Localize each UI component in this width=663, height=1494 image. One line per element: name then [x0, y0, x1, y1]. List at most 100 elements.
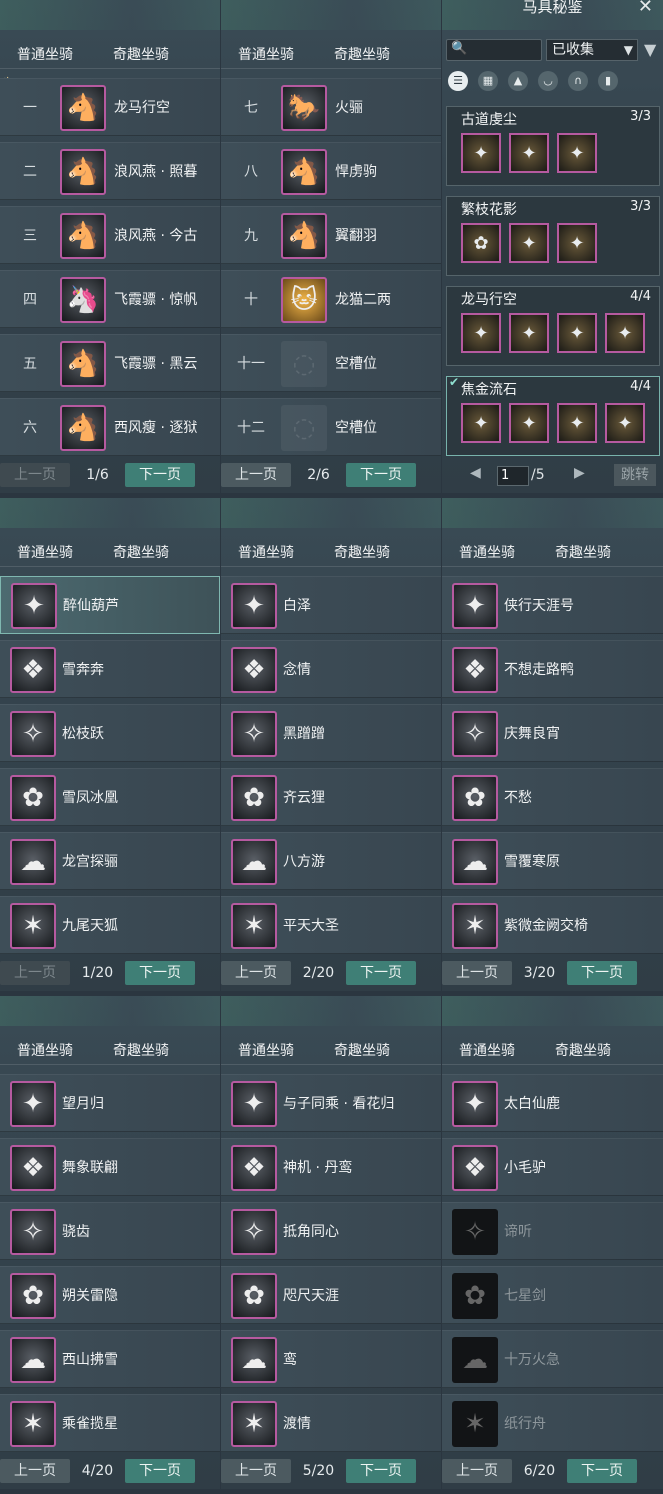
mount-row[interactable]: ☁ 十万火急 [442, 1330, 663, 1388]
mount-row[interactable]: 十二 ◌ 空槽位 [221, 398, 441, 456]
head-gear-icon[interactable]: ▲ [508, 71, 528, 91]
mount-row[interactable]: ✦ 侠行天涯号 [442, 576, 663, 634]
mount-row[interactable]: ✦ 望月归 [0, 1074, 220, 1132]
tab-normal-mounts[interactable]: 普通坐骑 [459, 542, 515, 562]
mount-row[interactable]: ✿ 雪凤冰凰 [0, 768, 220, 826]
mount-row[interactable]: ☁ 八方游 [221, 832, 441, 890]
jump-button[interactable]: 跳转 [614, 464, 656, 486]
set-card[interactable]: ✔ 焦金流石 4/4 ✦ ✦ ✦ ✦ [446, 375, 660, 456]
grid-view-icon[interactable]: ▦ [478, 71, 498, 91]
prev-page-button[interactable]: 上一页 [0, 1459, 70, 1483]
set-card[interactable]: 古道虔尘 3/3 ✦ ✦ ✦ [446, 106, 660, 186]
prev-page-button[interactable]: 上一页 [442, 1459, 512, 1483]
mount-row[interactable]: ✶ 乘雀揽星 [0, 1394, 220, 1452]
mount-row[interactable]: ✧ 骁齿 [0, 1202, 220, 1260]
mount-row[interactable]: ☁ 雪覆寒原 [442, 832, 663, 890]
next-page-button[interactable]: 下一页 [125, 1459, 195, 1483]
wing-item-icon[interactable]: ✦ [605, 403, 645, 443]
mount-row[interactable]: ✿ 咫尺天涯 [221, 1266, 441, 1324]
search-input[interactable]: 🔍 [446, 39, 542, 61]
armor-icon[interactable]: ▮ [598, 71, 618, 91]
mount-row[interactable]: 九 🐴 翼翻羽 [221, 206, 441, 264]
mount-row[interactable]: ✿ 不愁 [442, 768, 663, 826]
tab-normal-mounts[interactable]: 普通坐骑 [238, 1040, 294, 1060]
set-card[interactable]: 龙马行空 4/4 ✦ ✦ ✦ ✦ [446, 286, 660, 366]
tab-normal-mounts[interactable]: 普通坐骑 [17, 44, 73, 64]
mount-row[interactable]: ✶ 纸行舟 [442, 1394, 663, 1452]
chevron-left-icon[interactable]: ◀ [470, 465, 481, 481]
next-page-button[interactable]: 下一页 [567, 961, 637, 985]
close-icon[interactable]: ✕ [638, 0, 653, 17]
tab-normal-mounts[interactable]: 普通坐骑 [459, 1040, 515, 1060]
prev-page-button[interactable]: 上一页 [442, 961, 512, 985]
saddle-icon[interactable]: ◡ [538, 71, 558, 91]
tab-fun-mounts[interactable]: 奇趣坐骑 [555, 1040, 611, 1060]
mount-row[interactable]: ☁ 龙宫探骊 [0, 832, 220, 890]
saddle-item-icon[interactable]: ✦ [509, 133, 549, 173]
tab-fun-mounts[interactable]: 奇趣坐骑 [555, 542, 611, 562]
mount-row[interactable]: ✧ 抵角同心 [221, 1202, 441, 1260]
tab-fun-mounts[interactable]: 奇趣坐骑 [113, 1040, 169, 1060]
stirrup-item-icon[interactable]: ✦ [557, 313, 597, 353]
mount-row[interactable]: 一 🐴 龙马行空 [0, 78, 220, 136]
mount-row[interactable]: ✧ 谛听 [442, 1202, 663, 1260]
funnel-filter-icon[interactable]: ▼ [644, 40, 656, 59]
prev-page-button[interactable]: 上一页 [0, 961, 70, 985]
mount-row[interactable]: ✶ 渡情 [221, 1394, 441, 1452]
mount-row[interactable]: 二 🐴 浪风燕 · 照暮 [0, 142, 220, 200]
boot-item-icon[interactable]: ✦ [557, 223, 597, 263]
flower-item-icon[interactable]: ✿ [461, 223, 501, 263]
next-page-button[interactable]: 下一页 [346, 961, 416, 985]
mount-row[interactable]: ✧ 庆舞良宵 [442, 704, 663, 762]
mount-row[interactable]: ✧ 黑蹭蹭 [221, 704, 441, 762]
tab-fun-mounts[interactable]: 奇趣坐骑 [113, 542, 169, 562]
mount-row[interactable]: ✿ 齐云狸 [221, 768, 441, 826]
armor-item-icon[interactable]: ✦ [605, 313, 645, 353]
mount-row[interactable]: 十一 ◌ 空槽位 [221, 334, 441, 392]
tab-fun-mounts[interactable]: 奇趣坐骑 [334, 1040, 390, 1060]
mount-row[interactable]: ✿ 七星剑 [442, 1266, 663, 1324]
chevron-right-icon[interactable]: ▶ [574, 465, 585, 481]
mount-row[interactable]: ✿ 朔关雷隐 [0, 1266, 220, 1324]
mount-row[interactable]: ❖ 神机 · 丹鸾 [221, 1138, 441, 1196]
headgear-item-icon[interactable]: ✦ [461, 403, 501, 443]
mount-row[interactable]: 七 🐎 火骊 [221, 78, 441, 136]
saddle-item-icon[interactable]: ✦ [509, 403, 549, 443]
mount-row[interactable]: ✦ 与子同乘 · 看花归 [221, 1074, 441, 1132]
stirrup-item-icon[interactable]: ✦ [557, 133, 597, 173]
tab-fun-mounts[interactable]: 奇趣坐骑 [334, 542, 390, 562]
headgear-item-icon[interactable]: ✦ [461, 133, 501, 173]
mount-row[interactable]: ❖ 不想走路鸭 [442, 640, 663, 698]
mount-row[interactable]: ☁ 鸾 [221, 1330, 441, 1388]
page-input[interactable]: 1 [497, 466, 529, 486]
headgear-item-icon[interactable]: ✦ [461, 313, 501, 353]
mount-row[interactable]: ✶ 平天大圣 [221, 896, 441, 954]
set-card[interactable]: 繁枝花影 3/3 ✿ ✦ ✦ [446, 196, 660, 276]
collected-filter-select[interactable]: 已收集 ▼ [546, 39, 638, 61]
mount-row[interactable]: 八 🐴 悍虏驹 [221, 142, 441, 200]
prev-page-button[interactable]: 上一页 [221, 1459, 291, 1483]
saddle-item-icon[interactable]: ✦ [509, 313, 549, 353]
mount-row[interactable]: ✧ 松枝跃 [0, 704, 220, 762]
prev-page-button[interactable]: 上一页 [221, 463, 291, 487]
next-page-button[interactable]: 下一页 [346, 1459, 416, 1483]
mount-row[interactable]: 五 🐴 飞霞骠 · 黑云 [0, 334, 220, 392]
next-page-button[interactable]: 下一页 [346, 463, 416, 487]
tab-normal-mounts[interactable]: 普通坐骑 [17, 1040, 73, 1060]
mount-row[interactable]: ❖ 舞象联翩 [0, 1138, 220, 1196]
mount-row[interactable]: ✶ 紫微金阙交椅 [442, 896, 663, 954]
mount-row[interactable]: 四 🦄 飞霞骠 · 惊帆 [0, 270, 220, 328]
tab-fun-mounts[interactable]: 奇趣坐骑 [113, 44, 169, 64]
tab-normal-mounts[interactable]: 普通坐骑 [238, 44, 294, 64]
stirrup-item-icon[interactable]: ✦ [557, 403, 597, 443]
mount-row[interactable]: ❖ 雪奔奔 [0, 640, 220, 698]
mount-row[interactable]: ✦ 太白仙鹿 [442, 1074, 663, 1132]
mount-row[interactable]: 三 🐴 浪风燕 · 今古 [0, 206, 220, 264]
mount-row[interactable]: 六 🐴 西风瘦 · 逐狱 [0, 398, 220, 456]
mount-row[interactable]: ☁ 西山拂雪 [0, 1330, 220, 1388]
mount-row[interactable]: ❖ 小毛驴 [442, 1138, 663, 1196]
next-page-button[interactable]: 下一页 [125, 463, 195, 487]
tab-fun-mounts[interactable]: 奇趣坐骑 [334, 44, 390, 64]
prev-page-button[interactable]: 上一页 [221, 961, 291, 985]
next-page-button[interactable]: 下一页 [125, 961, 195, 985]
